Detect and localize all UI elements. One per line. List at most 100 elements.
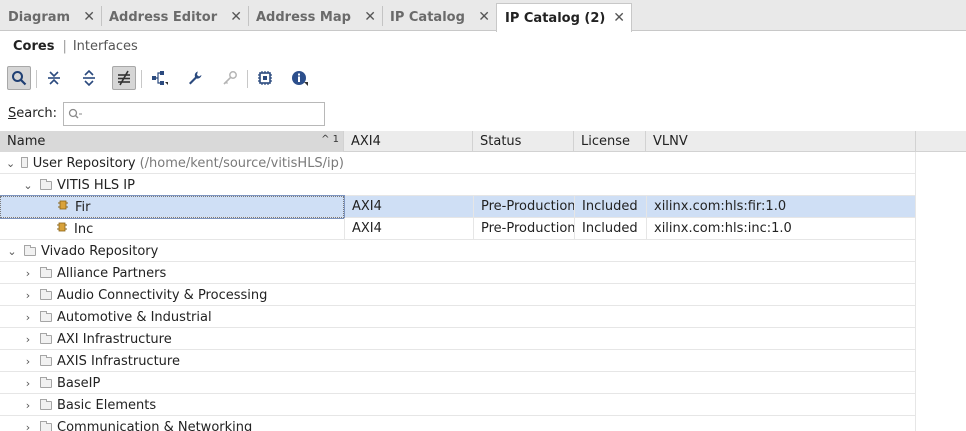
close-icon[interactable]: ✕ <box>230 9 242 25</box>
expand-all-icon[interactable] <box>77 66 101 90</box>
folder-icon <box>40 266 52 278</box>
tab-diagram[interactable]: Diagram ✕ <box>0 3 101 31</box>
column-title: Status <box>480 134 522 149</box>
repository-path: (/home/kent/source/vitisHLS/ip) <box>139 155 344 171</box>
tree-row-axis-infrastructure[interactable]: › AXIS Infrastructure <box>0 350 915 372</box>
chevron-down-icon[interactable]: ⌄ <box>6 241 18 262</box>
folder-icon <box>40 178 52 190</box>
row-name: Alliance Partners <box>57 265 167 281</box>
name-cell: ⌄ Vivado Repository <box>0 240 344 262</box>
column-header-interfaces[interactable]: AXI4 <box>344 131 473 152</box>
name-cell: › BaseIP <box>0 372 344 394</box>
column-title: License <box>581 134 631 149</box>
column-header-name[interactable]: Name ^ 1 <box>0 131 344 152</box>
row-name: Audio Connectivity & Processing <box>57 287 268 303</box>
search-icon[interactable] <box>7 66 31 90</box>
tab-label: Address Map <box>256 9 351 25</box>
column-title: AXI4 <box>351 134 381 149</box>
ip-core-icon <box>57 197 69 217</box>
editor-tab-strip: Diagram ✕ Address Editor ✕ Address Map ✕… <box>0 0 966 32</box>
folder-icon <box>40 354 52 366</box>
subtab-interfaces[interactable]: Interfaces <box>73 39 138 54</box>
name-cell: › Communication & Networking <box>0 416 344 431</box>
chevron-down-icon[interactable]: ⌄ <box>6 153 15 174</box>
view-switcher: Cores | Interfaces <box>13 36 138 56</box>
tree-row-fir[interactable]: Fir AXI4 Pre-Production Included xilinx.… <box>0 195 915 219</box>
group-by-icon[interactable] <box>112 66 136 90</box>
chevron-right-icon[interactable]: › <box>22 373 34 394</box>
tree-row-audio-connectivity[interactable]: › Audio Connectivity & Processing <box>0 284 915 306</box>
hierarchy-icon[interactable] <box>148 66 172 90</box>
chip-icon[interactable] <box>253 66 277 90</box>
tree-row-automotive-industrial[interactable]: › Automotive & Industrial <box>0 306 915 328</box>
vlnv-cell: xilinx.com:hls:inc:1.0 <box>646 218 915 240</box>
folder-icon <box>21 156 28 168</box>
chevron-right-icon[interactable]: › <box>22 329 34 350</box>
close-icon[interactable]: ✕ <box>364 9 376 25</box>
close-icon[interactable]: ✕ <box>478 9 490 25</box>
folder-icon <box>40 398 52 410</box>
key-icon <box>218 66 242 90</box>
name-cell: › AXI Infrastructure <box>0 328 344 350</box>
name-cell: › Basic Elements <box>0 394 344 416</box>
folder-icon <box>24 244 36 256</box>
toolbar-divider <box>141 70 142 88</box>
row-name: Inc <box>74 221 94 237</box>
interfaces-cell: AXI4 <box>352 199 382 214</box>
column-header-license[interactable]: License <box>574 131 646 152</box>
name-cell: ⌄ User Repository (/home/kent/source/vit… <box>0 152 344 174</box>
chevron-right-icon[interactable]: › <box>22 263 34 284</box>
toolbar-divider <box>36 70 37 88</box>
tree-row-inc[interactable]: Inc AXI4 Pre-Production Included xilinx.… <box>0 218 915 240</box>
tree-row-alliance-partners[interactable]: › Alliance Partners <box>0 262 915 284</box>
name-cell: ⌄ VITIS HLS IP <box>0 174 344 196</box>
tree-row-baseip[interactable]: › BaseIP <box>0 372 915 394</box>
name-cell: › Audio Connectivity & Processing <box>0 284 344 306</box>
tab-address-editor[interactable]: Address Editor ✕ <box>101 3 248 31</box>
chevron-right-icon[interactable]: › <box>22 395 34 416</box>
chevron-right-icon[interactable]: › <box>22 285 34 306</box>
tree-row-user-repository[interactable]: ⌄ User Repository (/home/kent/source/vit… <box>0 152 915 174</box>
close-icon[interactable]: ✕ <box>83 9 95 25</box>
collapse-all-icon[interactable] <box>42 66 66 90</box>
search-label: Search: <box>8 106 58 121</box>
row-name: BaseIP <box>57 375 101 391</box>
row-name: Vivado Repository <box>41 243 159 259</box>
chevron-right-icon[interactable]: › <box>22 351 34 372</box>
interfaces-cell: AXI4 <box>344 218 473 240</box>
folder-icon <box>40 376 52 388</box>
column-header-vlnv[interactable]: VLNV <box>646 131 916 152</box>
row-name: AXIS Infrastructure <box>57 353 180 369</box>
sort-ascending-icon: ^ 1 <box>321 134 339 145</box>
folder-icon <box>40 288 52 300</box>
wrench-icon[interactable] <box>183 66 207 90</box>
ip-catalog-tree: ⌄ User Repository (/home/kent/source/vit… <box>0 152 915 431</box>
tab-address-map[interactable]: Address Map ✕ <box>248 3 382 31</box>
tree-row-axi-infrastructure[interactable]: › AXI Infrastructure <box>0 328 915 350</box>
tab-ip-catalog[interactable]: IP Catalog ✕ <box>382 3 496 31</box>
tree-row-basic-elements[interactable]: › Basic Elements <box>0 394 915 416</box>
license-cell: Included <box>574 218 646 240</box>
chevron-right-icon[interactable]: › <box>22 307 34 328</box>
info-icon[interactable] <box>288 66 312 90</box>
table-empty-area <box>915 152 966 431</box>
tree-row-communication-networking[interactable]: › Communication & Networking <box>0 416 915 431</box>
chevron-down-icon[interactable]: ⌄ <box>22 175 34 196</box>
name-cell: Inc <box>0 218 344 240</box>
search-input[interactable]: Q- <box>63 102 325 126</box>
folder-icon <box>40 310 52 322</box>
row-name: Basic Elements <box>57 397 157 413</box>
subtab-cores[interactable]: Cores <box>13 39 54 54</box>
tree-row-vivado-repository[interactable]: ⌄ Vivado Repository <box>0 240 915 262</box>
chevron-right-icon[interactable]: › <box>22 417 34 431</box>
tab-ip-catalog-2[interactable]: IP Catalog (2) ✕ <box>496 3 632 32</box>
tree-row-vitis-hls-ip[interactable]: ⌄ VITIS HLS IP <box>0 174 915 196</box>
column-header-status[interactable]: Status <box>473 131 574 152</box>
status-cell: Pre-Production <box>473 196 574 218</box>
search-icon <box>68 108 82 119</box>
close-icon[interactable]: ✕ <box>613 10 625 26</box>
row-name: VITIS HLS IP <box>57 177 135 193</box>
name-cell: › Automotive & Industrial <box>0 306 344 328</box>
tab-label: IP Catalog <box>390 9 465 25</box>
folder-icon <box>40 420 52 431</box>
